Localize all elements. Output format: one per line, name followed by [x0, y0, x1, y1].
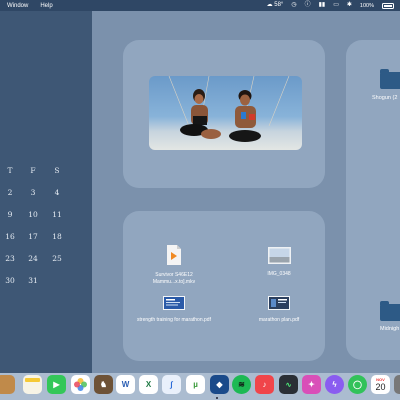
- battery-percent: 100%: [359, 2, 374, 9]
- display-icon[interactable]: ▭: [333, 0, 339, 11]
- calendar-day[interactable]: 17: [25, 232, 41, 241]
- file-name: marathon plan.pdf: [258, 317, 300, 323]
- calendar-app-icon[interactable]: NOV 20: [371, 375, 390, 394]
- messenger-app-icon[interactable]: ϟ: [325, 375, 344, 394]
- calendar-day[interactable]: 24: [25, 254, 41, 263]
- video-file-icon: [167, 245, 181, 265]
- calendar-week-row: 30 31: [0, 276, 92, 288]
- calendar-day[interactable]: 2: [2, 188, 18, 197]
- featured-photo[interactable]: [149, 76, 302, 150]
- file-item[interactable]: IMG_0348: [239, 247, 319, 278]
- folder-icon[interactable]: [380, 301, 400, 321]
- calendar-day[interactable]: 11: [49, 210, 65, 219]
- calendar-week-row: 16 17 18: [0, 232, 92, 244]
- file-name: strength training for marathon.pdf: [137, 317, 211, 323]
- info-icon[interactable]: ⓘ: [305, 0, 311, 11]
- battery-icon[interactable]: [382, 2, 394, 9]
- excel-app-icon[interactable]: X: [139, 375, 158, 394]
- stats-icon[interactable]: ▮▮: [319, 0, 326, 11]
- photo-people-illustration: [168, 76, 290, 142]
- calendar-day[interactable]: 23: [2, 254, 18, 263]
- files-widget: Survivor S46E12 Mammu...x.to].mkv IMG_03…: [123, 211, 325, 361]
- messages-app-icon[interactable]: ◯: [348, 375, 367, 394]
- weekday-friday: F: [30, 166, 36, 175]
- menu-window[interactable]: Window: [7, 3, 28, 9]
- image-file-icon: [267, 247, 291, 264]
- calendar-day[interactable]: 30: [2, 276, 18, 285]
- weekday-saturday: S: [54, 166, 60, 175]
- dock: ▶ ♞ W X ∫ µ ◆ ≋ ♪ ∿ ✦ ϟ ◯ NOV 20: [0, 373, 400, 400]
- calendar-week-row: 9 10 11: [0, 210, 92, 222]
- calendar-day[interactable]: 31: [25, 276, 41, 285]
- music-app-icon[interactable]: ♪: [255, 375, 274, 394]
- calendar-widget: T F S 2 3 4 9 10 11 16 17 18 23 24 25 30…: [0, 11, 92, 373]
- dock-app-partial-right[interactable]: [394, 375, 400, 394]
- pdf-file-icon: [163, 296, 185, 310]
- weekday-thursday: T: [7, 166, 13, 175]
- file-name: Survivor S46E12 Mammu...x.to].mkv: [152, 272, 196, 285]
- menu-help[interactable]: Help: [40, 3, 52, 9]
- calendar-week-row: 2 3 4: [0, 188, 92, 200]
- folders-widget: Shogun (2 Midnigh: [346, 40, 400, 360]
- status-area: ☁ 58° ◷ ⓘ ▮▮ ▭ ✱ 100%: [267, 0, 400, 11]
- weekday-header-row: T F S: [0, 166, 92, 178]
- calendar-day[interactable]: 18: [49, 232, 65, 241]
- pdf-file-icon: [268, 296, 290, 310]
- file-name: IMG_0348: [267, 271, 291, 277]
- calendar-day[interactable]: 9: [2, 210, 18, 219]
- utorrent-app-icon[interactable]: µ: [186, 375, 205, 394]
- calendar-week-row: 23 24 25: [0, 254, 92, 266]
- menu-bar: Window Help ☁ 58° ◷ ⓘ ▮▮ ▭ ✱ 100%: [0, 0, 400, 11]
- file-item[interactable]: marathon plan.pdf: [239, 296, 319, 324]
- photo-widget[interactable]: [123, 40, 325, 188]
- calendar-day[interactable]: 10: [25, 210, 41, 219]
- spotify-app-icon[interactable]: ≋: [232, 375, 251, 394]
- facetime-app-icon[interactable]: ▶: [47, 375, 66, 394]
- calendar-day[interactable]: 25: [49, 254, 65, 263]
- dock-app-partial[interactable]: [0, 375, 15, 394]
- running-indicator: [216, 397, 218, 399]
- bluetooth-icon[interactable]: ✱: [347, 0, 352, 11]
- vpn-app-icon[interactable]: ◆: [210, 375, 229, 394]
- chess-app-icon[interactable]: ♞: [94, 375, 113, 394]
- weather-widget[interactable]: ☁ 58°: [267, 0, 284, 11]
- copilot-app-icon[interactable]: ∫: [162, 375, 181, 394]
- word-app-icon[interactable]: W: [116, 375, 135, 394]
- file-item[interactable]: Survivor S46E12 Mammu...x.to].mkv: [134, 245, 214, 285]
- calendar-day[interactable]: 3: [25, 188, 41, 197]
- calendar-day[interactable]: 16: [2, 232, 18, 241]
- calendar-day[interactable]: 4: [49, 188, 65, 197]
- tv-app-icon[interactable]: ✦: [302, 375, 321, 394]
- folder-name[interactable]: Shogun (2: [372, 95, 397, 101]
- activity-monitor-app-icon[interactable]: ∿: [279, 375, 298, 394]
- time-machine-icon[interactable]: ◷: [291, 0, 296, 11]
- photos-app-icon[interactable]: [71, 375, 90, 394]
- calendar-app-day: 20: [375, 382, 386, 392]
- file-item[interactable]: strength training for marathon.pdf: [134, 296, 214, 324]
- folder-icon[interactable]: [380, 69, 400, 89]
- folder-name[interactable]: Midnigh: [380, 326, 399, 332]
- notes-app-icon[interactable]: [23, 375, 42, 394]
